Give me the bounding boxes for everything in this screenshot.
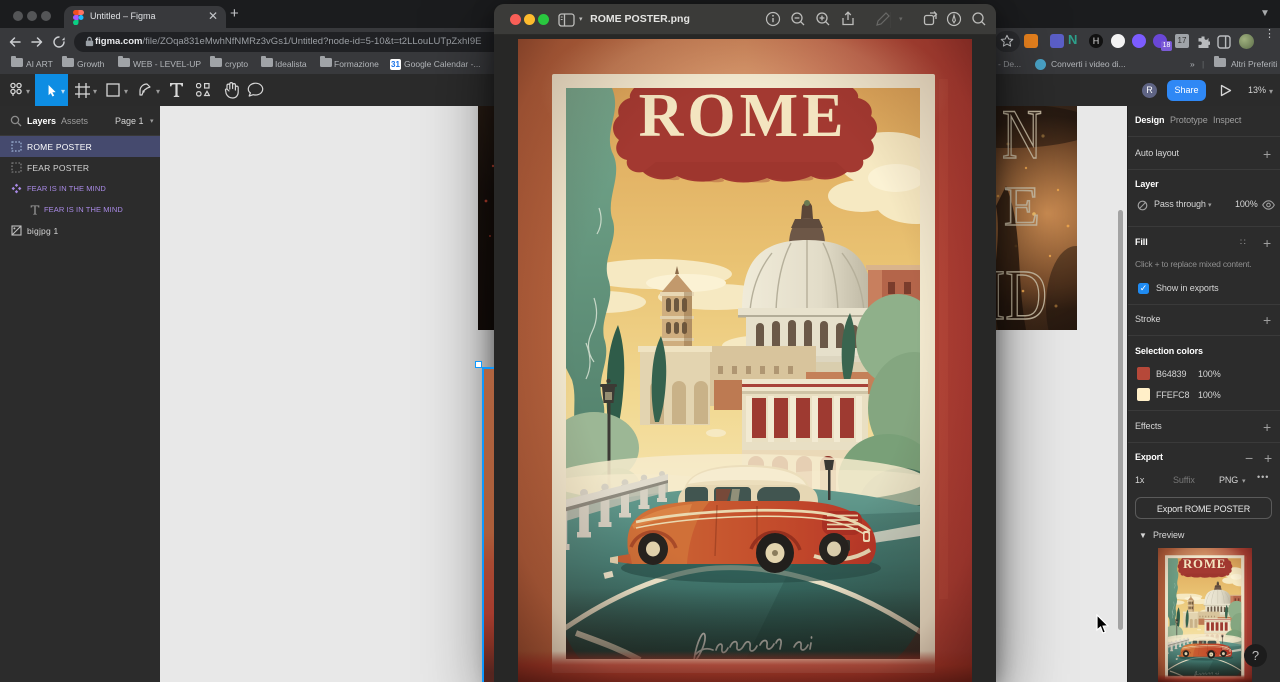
svg-text:N: N [1002,106,1042,174]
svg-text:E: E [1004,176,1040,238]
